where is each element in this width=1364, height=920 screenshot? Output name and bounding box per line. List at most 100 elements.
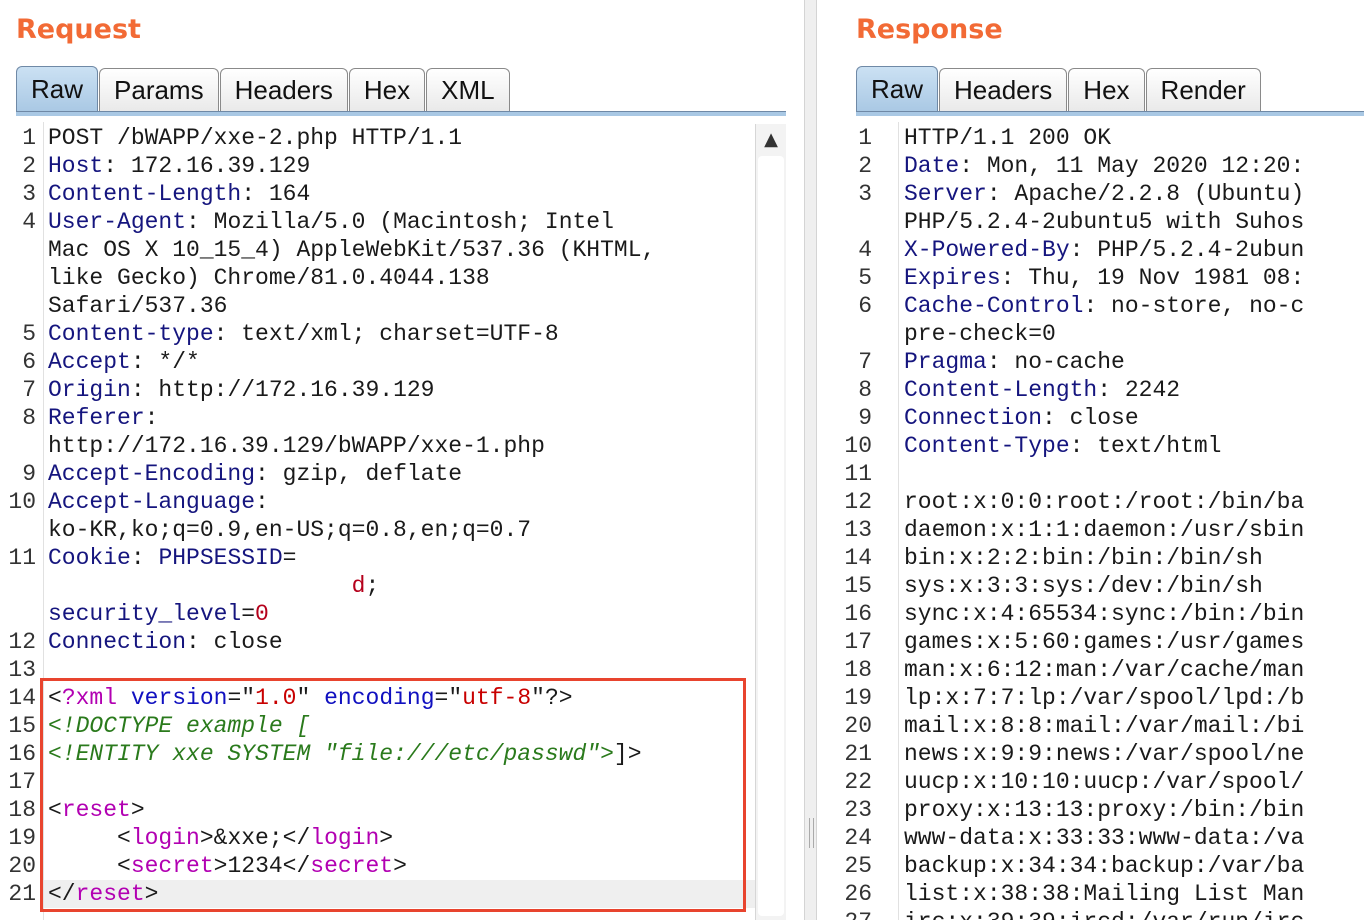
response-editor[interactable]: 1 HTTP/1.1 200 OK 2 Date: Mon, 11 May 2020 … [840,122,1364,920]
request-tab-params[interactable]: Params [99,68,219,112]
token: : no-store, no-c [1083,293,1305,319]
line-content: mail:x:8:8:mail:/var/mail:/bi [904,712,1304,740]
response-tab-rule [856,111,1364,116]
token: games:x:5:60:games:/usr/games [904,629,1305,655]
request-scrollbar[interactable]: ▲ [755,124,786,920]
token: : close [186,629,283,655]
line-number: 8 [22,405,36,431]
line-content: Mac OS X 10_15_4) AppleWebKit/537.36 (KH… [48,236,655,264]
token: backup:x:34:34:backup:/var/ba [904,853,1305,879]
line-content: uucp:x:10:10:uucp:/var/spool/ [904,768,1304,796]
line-number: 7 [22,377,36,403]
token: irc:x:39:39:ircd:/var/run/irc [904,909,1304,920]
line-number: 16 [8,741,36,767]
line-number: 21 [844,741,872,767]
token: : Mon, 11 May 2020 12:20: [959,153,1305,179]
line-number: 16 [844,601,872,627]
token: : Apache/2.2.8 (Ubuntu) [986,181,1305,207]
line-content: like Gecko) Chrome/81.0.4044.138 [48,264,490,292]
line-content: Connection: close [48,628,283,656]
request-tab-hex[interactable]: Hex [348,68,426,112]
token: = [241,601,256,627]
line-content: Server: Apache/2.2.8 (Ubuntu) [904,180,1304,208]
response-pane: Response Raw Headers Hex Render 1 HTTP/1.1 2… [840,0,1364,920]
token: HTTP/1.1 200 OK [904,125,1112,151]
line-content: Content-type: text/xml; charset=UTF-8 [48,320,559,348]
line-content: X-Powered-By: PHP/5.2.4-2ubun [904,236,1304,264]
token: daemon:x:1:1:daemon:/usr/sbin [904,517,1305,543]
line-number: 2 [22,153,36,179]
line-content: User-Agent: Mozilla/5.0 (Macintosh; Inte… [48,208,614,236]
token: Host [48,153,104,179]
token: mail:x:8:8:mail:/var/mail:/bi [904,713,1305,739]
token: uucp:x:10:10:uucp:/var/spool/ [904,769,1305,795]
line-number: 5 [22,321,36,347]
line-content: Origin: http://172.16.39.129 [48,376,434,404]
request-tab-xml[interactable]: XML [426,68,510,112]
line-content: Content-Length: 2242 [904,376,1180,404]
token: Cookie [48,545,131,571]
line-number: 13 [844,517,872,543]
token: root:x:0:0:root:/root:/bin/ba [904,489,1305,515]
line-number: 1 [22,125,36,151]
token: Accept [48,349,131,375]
token: User-Agent [48,209,187,235]
token: : close [1042,405,1139,431]
request-pane: Request Raw Params Headers Hex XML 1 POST /bW… [0,0,804,920]
line-content: man:x:6:12:man:/var/cache/man [904,656,1304,684]
request-tab-raw[interactable]: Raw [16,66,99,112]
line-number: 17 [844,629,872,655]
response-title: Response [856,14,1003,45]
line-number: 6 [22,349,36,375]
line-number: 4 [858,237,872,263]
splitter-grip-icon[interactable] [809,818,814,848]
line-number: 12 [8,629,36,655]
line-number: 5 [858,265,872,291]
line-number: 11 [844,461,872,487]
token: http://172.16.39.129/bWAPP/xxe-1.php [48,433,545,459]
token: lp:x:7:7:lp:/var/spool/lpd:/b [904,685,1305,711]
line-number: 3 [858,181,872,207]
token: bin:x:2:2:bin:/bin:/bin/sh [904,545,1263,571]
line-number: 14 [844,545,872,571]
request-editor[interactable]: 1 POST /bWAPP/xxe-2.php HTTP/1.1 2 Host: 17… [0,122,786,920]
token: PHP/5.2.4-2ubuntu5 with Suhos [904,209,1305,235]
response-tab-hex[interactable]: Hex [1068,68,1145,112]
request-scroll-thumb[interactable] [758,156,784,916]
token: man:x:6:12:man:/var/cache/man [904,657,1305,683]
line-number: 3 [22,181,36,207]
response-tab-render[interactable]: Render [1145,68,1261,112]
line-number: 19 [8,825,36,851]
request-tabs: Raw Params Headers Hex XML [16,66,511,112]
request-title: Request [16,14,141,45]
line-number: 24 [844,825,872,851]
token: Origin [48,377,131,403]
line-number: 7 [858,349,872,375]
response-tab-headers[interactable]: Headers [939,68,1068,112]
line-number: 18 [8,797,36,823]
token: Connection [48,629,187,655]
arrow-up-icon[interactable]: ▲ [756,124,786,154]
token: Safari/537.36 [48,293,228,319]
token: Content-type [48,321,214,347]
line-number: 10 [8,489,36,515]
token: : gzip, deflate [255,461,463,487]
line-content: HTTP/1.1 200 OK [904,124,1111,152]
line-content: sys:x:3:3:sys:/dev:/bin/sh [904,572,1263,600]
token: Date [904,153,960,179]
pane-splitter[interactable] [804,0,817,920]
token: like Gecko) Chrome/81.0.4044.138 [48,265,490,291]
request-tab-headers[interactable]: Headers [219,68,348,112]
line-number: 6 [858,293,872,319]
response-tab-raw[interactable]: Raw [856,66,939,112]
token: X-Powered-By [904,237,1070,263]
line-content: d; [48,572,380,600]
line-content: proxy:x:13:13:proxy:/bin:/bin [904,796,1304,824]
token: : [255,489,269,515]
line-number: 9 [22,461,36,487]
line-content: ko-KR,ko;q=0.9,en-US;q=0.8,en;q=0.7 [48,516,531,544]
token: ko-KR,ko;q=0.9,en-US;q=0.8,en;q=0.7 [48,517,532,543]
line-content: Host: 172.16.39.129 [48,152,310,180]
line-number: 22 [844,769,872,795]
